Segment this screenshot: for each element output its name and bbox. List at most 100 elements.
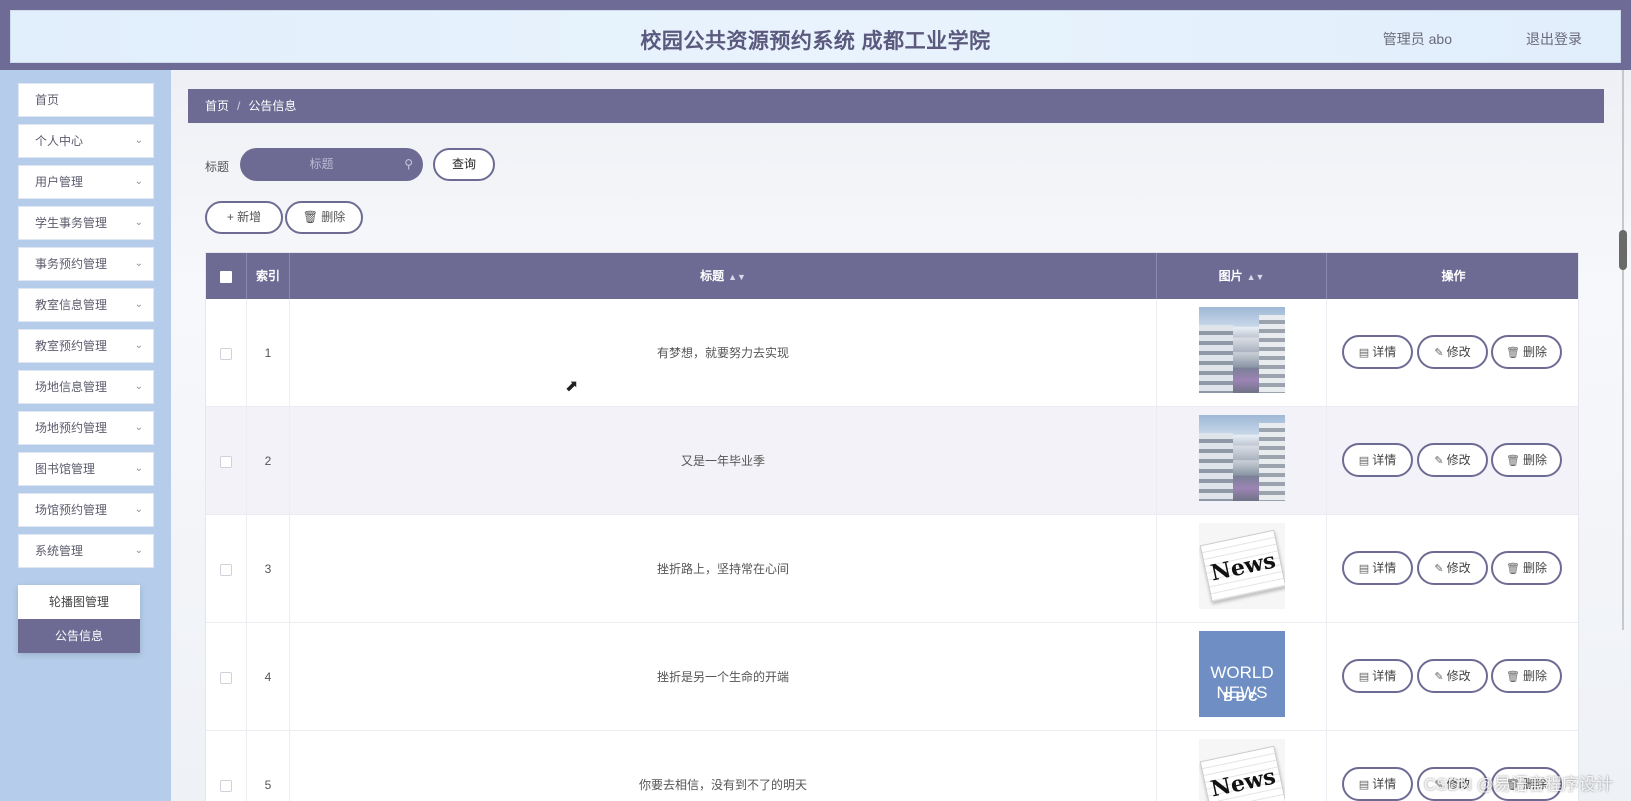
row-checkbox[interactable] [206,515,247,623]
chevron-down-icon: ⌄ [134,422,143,433]
newspaper-text: News [1199,745,1285,801]
scrollbar-thumb[interactable] [1619,230,1627,270]
checkbox-icon [220,779,232,792]
world-news-text: WORLD NEWS [1199,663,1285,703]
row-title: 又是一年毕业季 [290,407,1157,515]
add-button[interactable]: + 新增 [205,201,283,234]
row-checkbox[interactable] [206,623,247,731]
edit-button[interactable]: ✎ 修改 [1417,443,1488,477]
delete-button[interactable]: 🗑 删除 [1491,551,1562,585]
chevron-down-icon: ⌄ [134,504,143,515]
chevron-down-icon: ⌄ [134,545,143,556]
breadcrumb-home[interactable]: 首页 [205,99,229,113]
sidebar: 首页 个人中心 ⌄ 用户管理 ⌄ 学生事务管理 ⌄ 事务预约管理 ⌄ 教室信息管理 ⌄ 教… [0,70,171,801]
batch-delete-button[interactable]: 🗑 删除 [285,201,363,234]
query-button[interactable]: 查询 [433,148,495,181]
header: 校园公共资源预约系统 成都工业学院 管理员 abo 退出登录 [10,10,1621,63]
chevron-down-icon: ⌄ [134,340,143,351]
building-image [1199,307,1285,393]
admin-username: 管理员 abo [1382,31,1452,47]
search-icon: ⚲ [404,157,413,171]
detail-button-label: 详情 [1372,777,1397,791]
table-row: 2 又是一年毕业季 ▤ 详情 ✎ 修改 🗑 删除 [206,407,1578,515]
mouse-cursor-icon: ⬈ [565,378,579,395]
delete-button[interactable]: 🗑 删除 [1491,335,1562,369]
select-all-checkbox[interactable] [206,253,247,299]
submenu-item-announcements[interactable]: 公告信息 [18,619,140,653]
row-title: 你要去相信，没有到不了的明天 [290,731,1157,801]
edit-button[interactable]: ✎ 修改 [1417,551,1488,585]
edit-button-label: 修改 [1446,345,1471,359]
row-checkbox[interactable] [206,731,247,801]
sidebar-item-library[interactable]: 图书馆管理 ⌄ [18,452,154,486]
main-content: 首页 / 公告信息 标题 标题 ⚲ 查询 + 新增 🗑 删除 索引 标题 ▲▼ 图片 ▲… [171,70,1631,801]
table-header: 索引 标题 ▲▼ 图片 ▲▼ 操作 [206,253,1578,299]
sidebar-item-venue-info[interactable]: 场地信息管理 ⌄ [18,370,154,404]
announcement-table: 索引 标题 ▲▼ 图片 ▲▼ 操作 1 有梦想，就要努力去实现 ▤ 详情 ✎ 修改 🗑 删… [205,252,1579,801]
document-icon: ▤ [1358,779,1370,791]
breadcrumb: 首页 / 公告信息 [188,89,1604,123]
detail-button[interactable]: ▤ 详情 [1342,659,1413,693]
sidebar-item-classroom-info[interactable]: 教室信息管理 ⌄ [18,288,154,322]
table-row: 5 你要去相信，没有到不了的明天 News ▤ 详情 ✎ 修改 🗑 删除 [206,731,1578,801]
logout-button[interactable]: 退出登录 [1526,29,1582,49]
document-icon: ▤ [1358,347,1370,359]
row-checkbox[interactable] [206,299,247,407]
sidebar-item-affairs-booking[interactable]: 事务预约管理 ⌄ [18,247,154,281]
search-input[interactable]: 标题 ⚲ [240,148,423,181]
system-submenu: 轮播图管理 公告信息 [18,585,140,653]
submenu-item-carousel[interactable]: 轮播图管理 [18,585,140,619]
row-image-cell [1157,407,1327,515]
checkbox-icon [220,270,232,283]
newspaper-image: News [1199,523,1285,609]
newspaper-image: News [1199,739,1285,801]
sidebar-item-system[interactable]: 系统管理 ⌄ [18,534,154,568]
plus-icon: + [226,210,238,224]
row-operations: ▤ 详情 ✎ 修改 🗑 删除 [1327,299,1578,407]
row-checkbox[interactable] [206,407,247,515]
detail-button-label: 详情 [1372,561,1397,575]
edit-icon: ✎ [1434,347,1444,359]
trash-icon: 🗑 [1506,563,1520,575]
delete-button[interactable]: 🗑 删除 [1491,443,1562,477]
sidebar-item-hall-booking[interactable]: 场馆预约管理 ⌄ [18,493,154,527]
delete-button-label: 删除 [321,210,346,224]
chevron-down-icon: ⌄ [134,463,143,474]
row-image-cell: News [1157,515,1327,623]
breadcrumb-current: 公告信息 [248,99,297,113]
sidebar-item-label: 用户管理 [35,175,84,189]
page-scrollbar[interactable] [1618,70,1628,801]
sidebar-item-personal-center[interactable]: 个人中心 ⌄ [18,124,154,158]
detail-button[interactable]: ▤ 详情 [1342,335,1413,369]
search-placeholder: 标题 [309,157,334,171]
edit-button[interactable]: ✎ 修改 [1417,659,1488,693]
detail-button-label: 详情 [1372,669,1397,683]
document-icon: ▤ [1358,671,1370,683]
sidebar-item-label: 教室信息管理 [35,298,108,312]
row-image-cell: BBC WORLD NEWS [1157,623,1327,731]
sidebar-item-home[interactable]: 首页 [18,83,154,117]
checkbox-icon [220,347,232,360]
sidebar-item-venue-booking[interactable]: 场地预约管理 ⌄ [18,411,154,445]
delete-button[interactable]: 🗑 删除 [1491,659,1562,693]
detail-button[interactable]: ▤ 详情 [1342,767,1413,801]
edit-button-label: 修改 [1446,669,1471,683]
chevron-down-icon: ⌄ [134,258,143,269]
sidebar-item-label: 首页 [35,93,60,107]
table-row: 1 有梦想，就要努力去实现 ▤ 详情 ✎ 修改 🗑 删除 [206,299,1578,407]
sidebar-item-user-management[interactable]: 用户管理 ⌄ [18,165,154,199]
trash-icon: 🗑 [1506,671,1520,683]
edit-button[interactable]: ✎ 修改 [1417,335,1488,369]
column-header-title[interactable]: 标题 ▲▼ [290,253,1157,299]
trash-icon: 🗑 [1506,455,1520,467]
detail-button[interactable]: ▤ 详情 [1342,551,1413,585]
chevron-down-icon: ⌄ [134,299,143,310]
table-row: 4 挫折是另一个生命的开端 BBC WORLD NEWS ▤ 详情 ✎ 修改 🗑 删除 [206,623,1578,731]
delete-button-label: 删除 [1522,345,1547,359]
detail-button[interactable]: ▤ 详情 [1342,443,1413,477]
column-header-image[interactable]: 图片 ▲▼ [1157,253,1327,299]
sidebar-item-student-affairs[interactable]: 学生事务管理 ⌄ [18,206,154,240]
world-news-line1: WORLD [1210,663,1274,682]
sidebar-item-classroom-booking[interactable]: 教室预约管理 ⌄ [18,329,154,363]
watermark: CSDN @易语言程序设计 [1423,775,1613,794]
